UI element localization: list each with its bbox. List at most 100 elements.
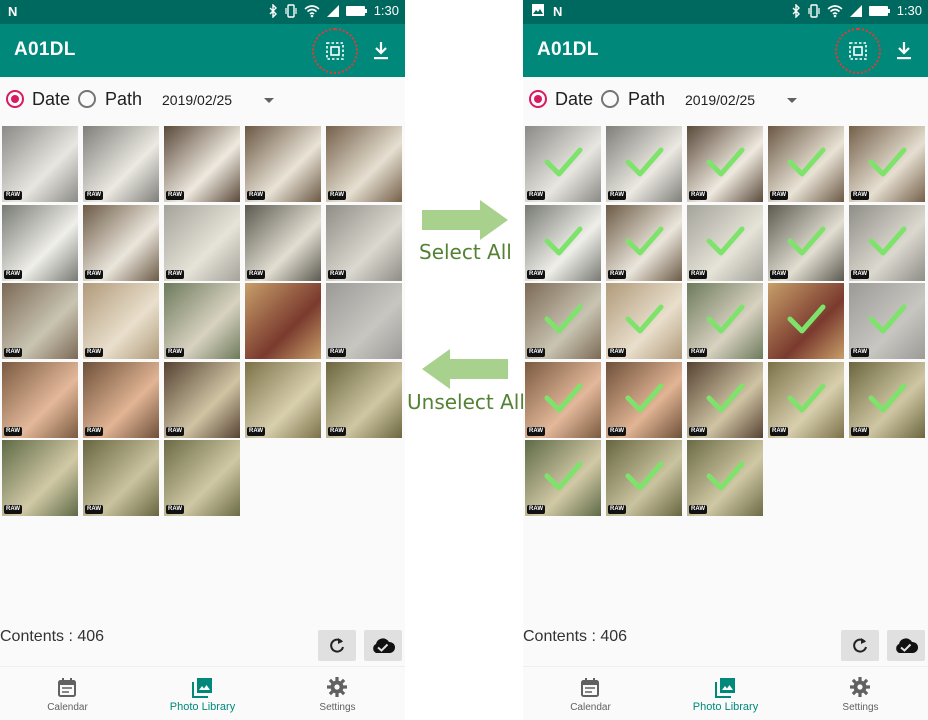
photo-library-icon	[715, 678, 735, 698]
date-radio[interactable]	[6, 90, 24, 108]
raw-badge: RAW	[689, 348, 707, 357]
download-button[interactable]	[891, 38, 917, 64]
photo-thumbnail[interactable]: RAW	[2, 361, 78, 438]
unselect-all-arrow-icon	[422, 349, 508, 389]
nav-item-photo-library[interactable]: Photo Library	[135, 667, 270, 720]
photo-thumbnail[interactable]: RAW	[83, 204, 159, 281]
app-bar: A01DL	[0, 24, 405, 77]
photo-thumbnail[interactable]: RAW	[164, 361, 240, 438]
app-bar: A01DL	[523, 24, 928, 77]
photo-thumbnail[interactable]: RAW	[83, 283, 159, 359]
nav-item-settings[interactable]: Settings	[270, 667, 405, 720]
download-button[interactable]	[368, 38, 394, 64]
photo-thumbnail[interactable]: RAW	[606, 126, 682, 202]
photo-thumbnail[interactable]: RAW	[849, 204, 925, 281]
raw-badge: RAW	[166, 505, 184, 514]
raw-badge: RAW	[851, 269, 869, 279]
photo-thumbnail[interactable]: RAW	[2, 283, 78, 359]
photo-thumbnail[interactable]: RAW	[83, 361, 159, 438]
raw-badge: RAW	[770, 269, 788, 279]
date-radio[interactable]	[529, 90, 547, 108]
nav-item-calendar[interactable]: Calendar	[0, 667, 135, 720]
photo-thumbnail[interactable]: RAW	[525, 440, 601, 516]
photo-thumbnail[interactable]: RAW	[2, 126, 78, 202]
date-dropdown[interactable]: 2019/02/25	[685, 92, 805, 112]
photo-thumbnail[interactable]: RAW	[606, 204, 682, 281]
photo-thumbnail[interactable]: RAW	[164, 440, 240, 516]
check-mark-icon	[544, 147, 583, 177]
refresh-button[interactable]	[318, 630, 356, 661]
cloud-done-button[interactable]	[887, 630, 925, 661]
raw-badge: RAW	[328, 269, 346, 279]
photo-thumbnail[interactable]: RAW	[525, 204, 601, 281]
photo-thumbnail[interactable]: RAW	[768, 204, 844, 281]
photo-thumbnail[interactable]: RAW	[525, 283, 601, 359]
raw-badge: RAW	[527, 348, 545, 357]
nav-item-calendar[interactable]: Calendar	[523, 667, 658, 720]
photo-thumbnail[interactable]: RAW	[245, 126, 321, 202]
wifi-icon	[827, 4, 843, 17]
filter-row: Date Path 2019/02/25	[523, 88, 928, 116]
photo-thumbnail[interactable]: RAW	[245, 361, 321, 438]
date-dropdown[interactable]: 2019/02/25	[162, 92, 282, 112]
refresh-button[interactable]	[841, 630, 879, 661]
photo-thumbnail[interactable]: RAW	[849, 126, 925, 202]
photo-thumbnail[interactable]: RAW	[687, 440, 763, 516]
photo-thumbnail[interactable]: RAW	[525, 126, 601, 202]
wifi-icon	[304, 4, 320, 17]
raw-badge: RAW	[166, 269, 184, 279]
select-all-icon	[326, 42, 344, 60]
raw-badge: RAW	[689, 505, 707, 514]
photo-thumbnail[interactable]	[768, 283, 844, 359]
bluetooth-icon	[269, 3, 277, 18]
photo-thumbnail[interactable]: RAW	[606, 283, 682, 359]
raw-badge: RAW	[851, 191, 869, 200]
photo-thumbnail[interactable]: RAW	[849, 283, 925, 359]
check-mark-icon	[706, 304, 745, 334]
dropdown-caret-icon	[787, 98, 797, 103]
photo-thumbnail[interactable]: RAW	[768, 126, 844, 202]
photo-thumbnail[interactable]: RAW	[326, 204, 402, 281]
photo-thumbnail[interactable]: RAW	[164, 126, 240, 202]
photo-thumbnail[interactable]: RAW	[326, 283, 402, 359]
raw-badge: RAW	[4, 348, 22, 357]
photo-thumbnail[interactable]: RAW	[606, 361, 682, 438]
photo-thumbnail[interactable]: RAW	[768, 361, 844, 438]
check-mark-icon	[868, 147, 907, 177]
raw-badge: RAW	[328, 191, 346, 200]
photo-thumbnail[interactable]: RAW	[164, 283, 240, 359]
photo-thumbnail[interactable]	[245, 283, 321, 359]
photo-thumbnail[interactable]: RAW	[687, 361, 763, 438]
photo-thumbnail[interactable]: RAW	[606, 440, 682, 516]
photo-thumbnail[interactable]: RAW	[2, 204, 78, 281]
cloud-done-button[interactable]	[364, 630, 402, 661]
photo-thumbnail[interactable]: RAW	[83, 126, 159, 202]
check-mark-icon	[787, 226, 826, 255]
photo-thumbnail[interactable]: RAW	[83, 440, 159, 516]
photo-thumbnail[interactable]: RAW	[525, 361, 601, 438]
nav-item-photo-library[interactable]: Photo Library	[658, 667, 793, 720]
select-all-button[interactable]	[835, 28, 881, 74]
check-mark-icon	[787, 383, 826, 412]
select-all-button[interactable]	[312, 28, 358, 74]
check-mark-icon	[706, 147, 745, 177]
photo-thumbnail[interactable]: RAW	[326, 126, 402, 202]
photo-thumbnail[interactable]: RAW	[245, 204, 321, 281]
check-mark-icon	[787, 147, 826, 177]
photo-thumbnail[interactable]: RAW	[687, 283, 763, 359]
path-radio-label: Path	[628, 89, 666, 109]
photo-thumbnail[interactable]: RAW	[2, 440, 78, 516]
photo-thumbnail[interactable]: RAW	[164, 204, 240, 281]
date-dropdown-value: 2019/02/25	[162, 92, 233, 108]
raw-badge: RAW	[328, 426, 346, 436]
check-mark-icon	[625, 147, 664, 177]
photo-thumbnail[interactable]: RAW	[687, 126, 763, 202]
path-radio[interactable]	[78, 90, 96, 108]
photo-thumbnail[interactable]: RAW	[849, 361, 925, 438]
path-radio[interactable]	[601, 90, 619, 108]
phone-screen-unselected: N 1:30 A01DL Date Path 2019/02/25 RAW RAW…	[0, 0, 405, 720]
photo-thumbnail[interactable]: RAW	[326, 361, 402, 438]
select-all-icon	[849, 42, 867, 60]
nav-item-settings[interactable]: Settings	[793, 667, 928, 720]
photo-thumbnail[interactable]: RAW	[687, 204, 763, 281]
